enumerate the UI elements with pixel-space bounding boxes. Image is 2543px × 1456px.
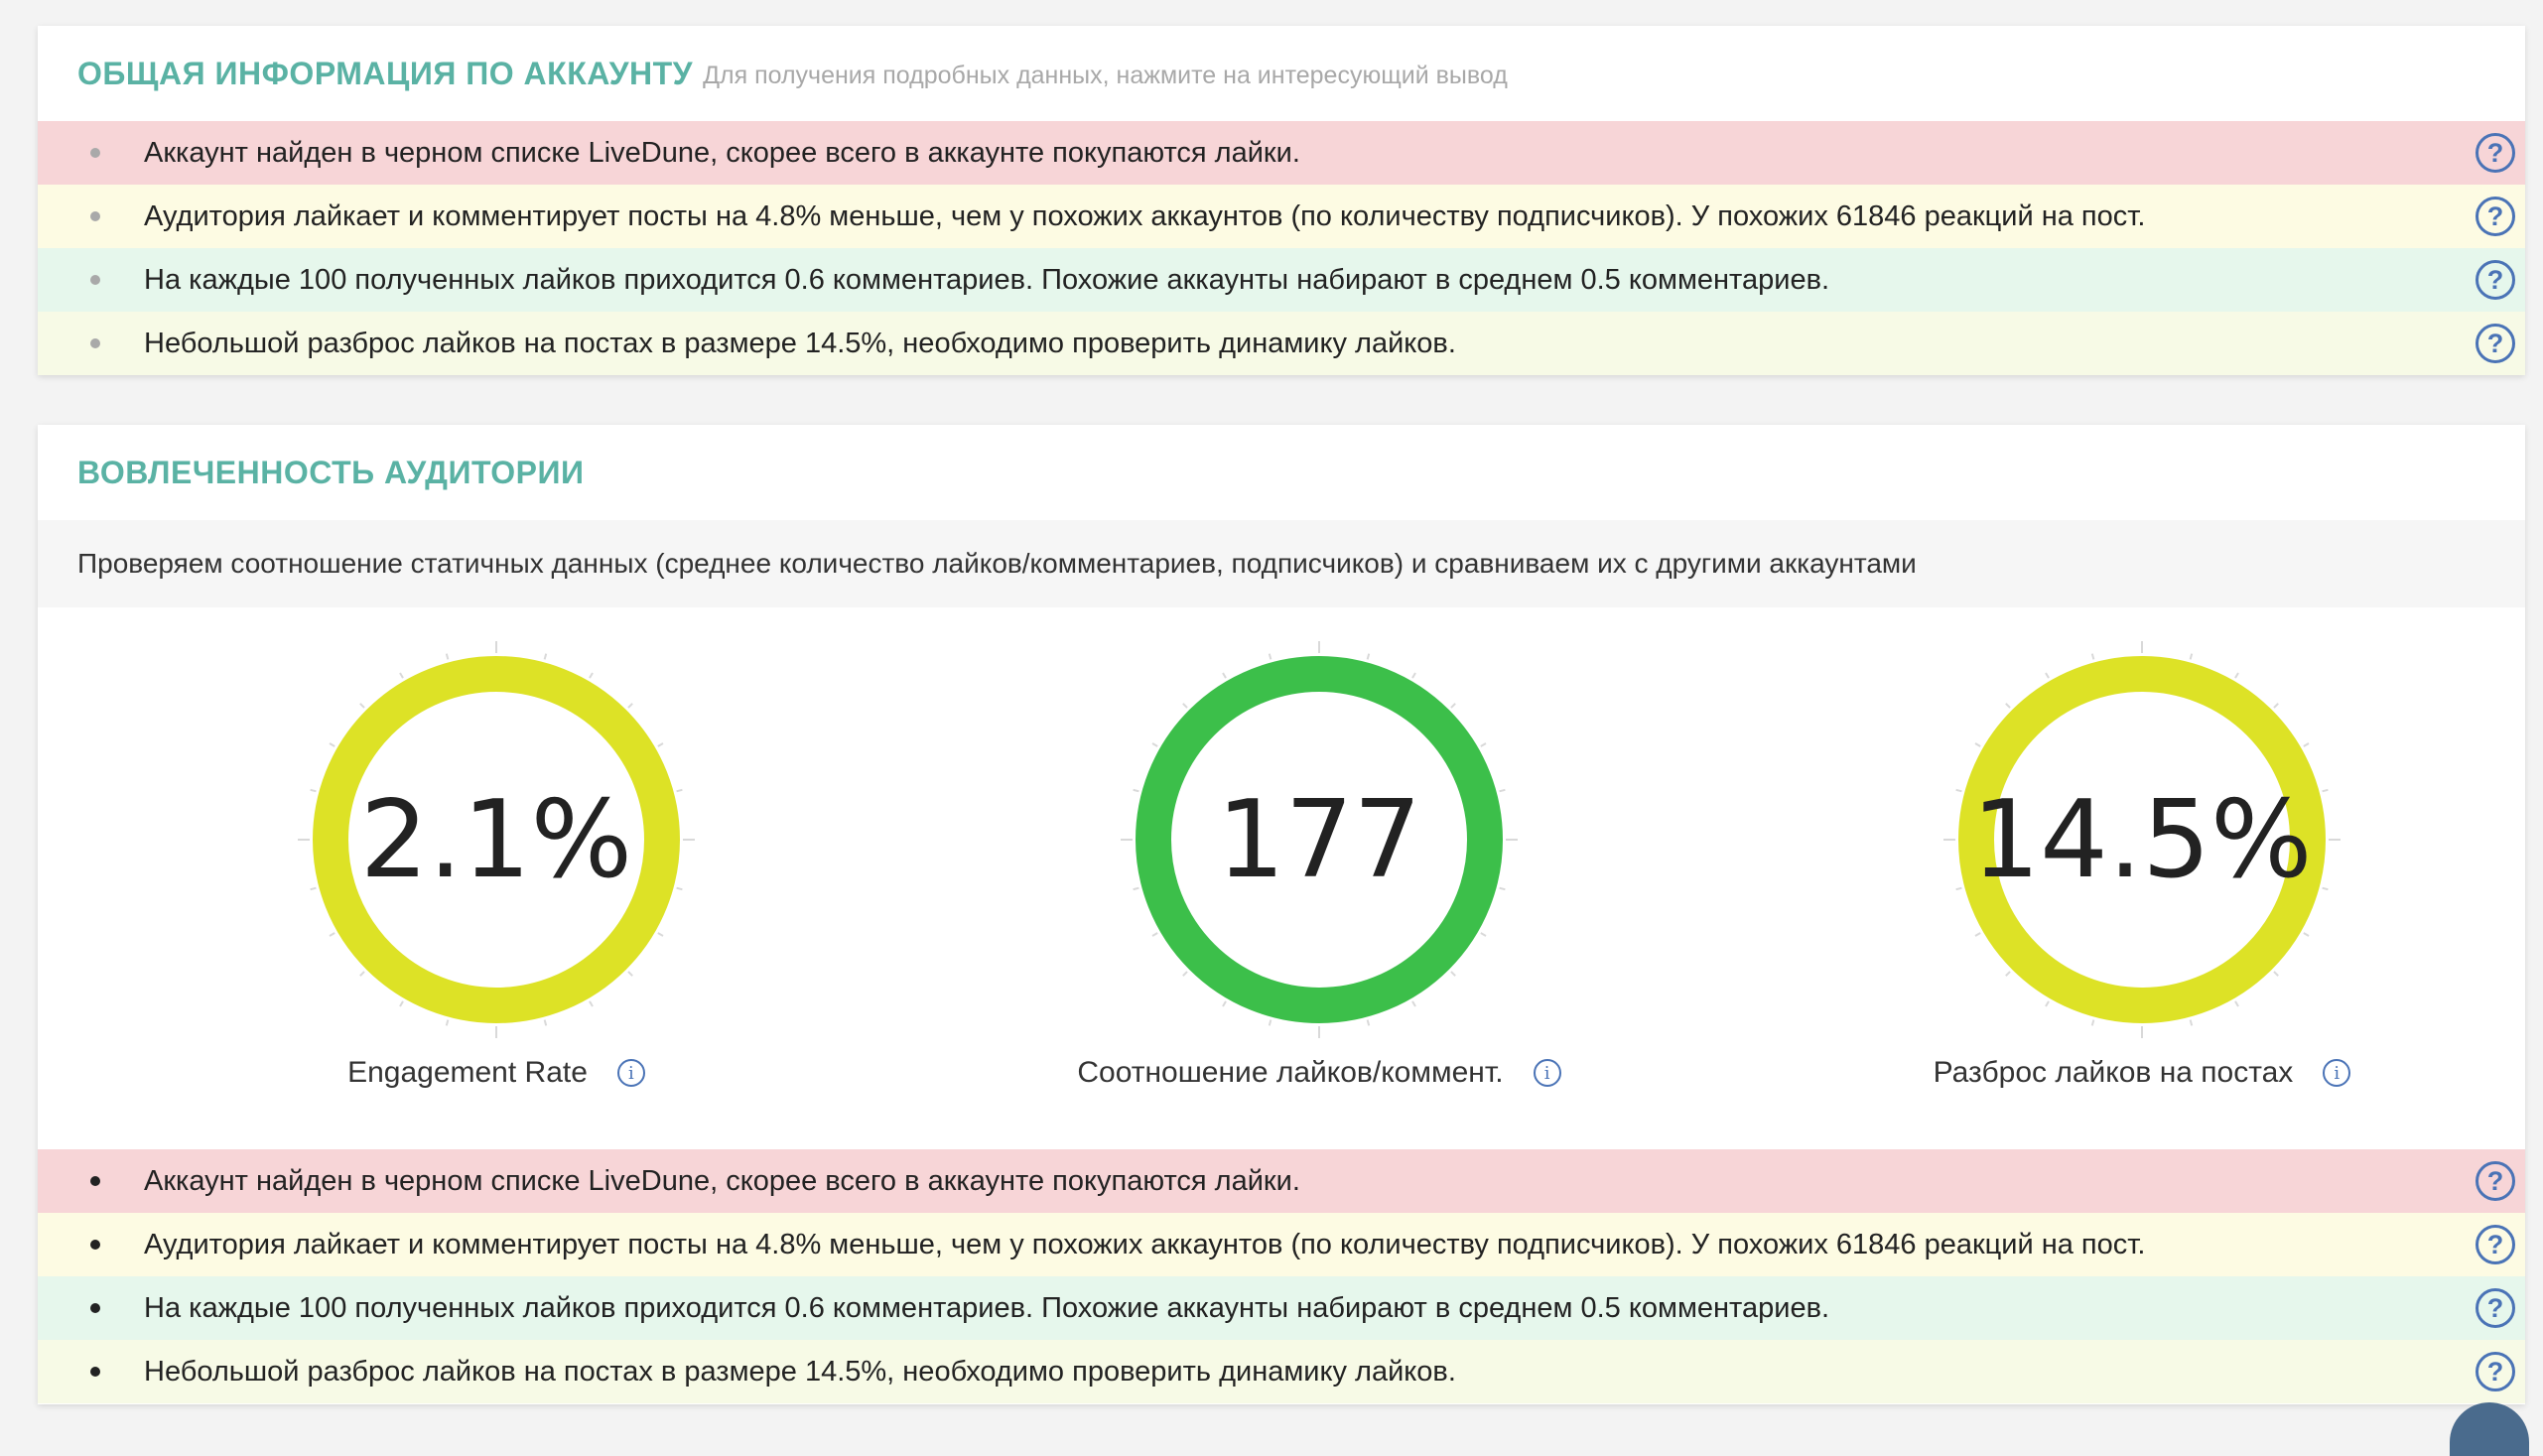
bullet-icon xyxy=(90,211,100,221)
gauge-value: 177 xyxy=(1121,641,1518,1038)
finding-text: Аккаунт найден в черном списке LiveDune,… xyxy=(144,137,1300,170)
help-icon[interactable]: ? xyxy=(2476,197,2515,236)
finding-row-blacklist[interactable]: Аккаунт найден в черном списке LiveDune,… xyxy=(38,1149,2525,1213)
chat-widget-button[interactable] xyxy=(2450,1402,2529,1456)
help-icon[interactable]: ? xyxy=(2476,1161,2515,1201)
gauge-likes-comments-ratio[interactable]: 177 Соотношение лайков/коммент. i xyxy=(972,607,1667,1149)
bullet-icon xyxy=(90,148,100,158)
info-icon[interactable]: i xyxy=(617,1059,645,1087)
help-icon[interactable]: ? xyxy=(2476,1288,2515,1328)
info-icon[interactable]: i xyxy=(1534,1059,1561,1087)
gauge-likes-spread[interactable]: 14.5% Разброс лайков на постах i xyxy=(1795,607,2489,1149)
gauge-engagement-rate[interactable]: 2.1% Engagement Rate i xyxy=(149,607,844,1149)
engagement-header: ВОВЛЕЧЕННОСТЬ АУДИТОРИИ xyxy=(38,425,2525,520)
finding-row-likes-spread[interactable]: Небольшой разброс лайков на постах в раз… xyxy=(38,312,2525,375)
gauge-label-text: Соотношение лайков/коммент. xyxy=(1077,1056,1503,1090)
engagement-title: ВОВЛЕЧЕННОСТЬ АУДИТОРИИ xyxy=(77,455,584,491)
bullet-icon xyxy=(90,1367,100,1377)
gauges-row: 2.1% Engagement Rate i 177 Соотношение л… xyxy=(38,607,2525,1149)
account-findings-list: Аккаунт найден в черном списке LiveDune,… xyxy=(38,121,2525,375)
finding-text: Аудитория лайкает и комментирует посты н… xyxy=(144,200,2145,233)
engagement-findings-list: Аккаунт найден в черном списке LiveDune,… xyxy=(38,1149,2525,1403)
gauge-label: Engagement Rate i xyxy=(149,1056,844,1090)
engagement-description: Проверяем соотношение статичных данных (… xyxy=(38,520,2525,607)
finding-text: Небольшой разброс лайков на постах в раз… xyxy=(144,1356,1456,1389)
info-icon[interactable]: i xyxy=(2323,1059,2350,1087)
engagement-card: ВОВЛЕЧЕННОСТЬ АУДИТОРИИ Проверяем соотно… xyxy=(38,425,2525,1404)
bullet-icon xyxy=(90,1240,100,1250)
account-info-title: ОБЩАЯ ИНФОРМАЦИЯ ПО АККАУНТУ xyxy=(77,56,693,92)
finding-text: Небольшой разброс лайков на постах в раз… xyxy=(144,328,1456,360)
finding-row-comments-ratio[interactable]: На каждые 100 полученных лайков приходит… xyxy=(38,248,2525,312)
gauge-value: 2.1% xyxy=(298,641,695,1038)
finding-row-comments-ratio[interactable]: На каждые 100 полученных лайков приходит… xyxy=(38,1276,2525,1340)
help-icon[interactable]: ? xyxy=(2476,1225,2515,1264)
help-icon[interactable]: ? xyxy=(2476,1352,2515,1391)
help-icon[interactable]: ? xyxy=(2476,260,2515,300)
finding-row-audience-reactions[interactable]: Аудитория лайкает и комментирует посты н… xyxy=(38,185,2525,248)
gauge-value: 14.5% xyxy=(1943,641,2341,1038)
gauge-label: Разброс лайков на постах i xyxy=(1795,1056,2489,1090)
bullet-icon xyxy=(90,338,100,348)
bullet-icon xyxy=(90,1176,100,1186)
account-info-hint: Для получения подробных данных, нажмите … xyxy=(703,62,1508,90)
gauge-label-text: Engagement Rate xyxy=(347,1056,588,1090)
finding-text: Аккаунт найден в черном списке LiveDune,… xyxy=(144,1165,1300,1198)
gauge-label-text: Разброс лайков на постах xyxy=(1934,1056,2294,1090)
finding-row-audience-reactions[interactable]: Аудитория лайкает и комментирует посты н… xyxy=(38,1213,2525,1276)
finding-text: Аудитория лайкает и комментирует посты н… xyxy=(144,1229,2145,1261)
finding-row-likes-spread[interactable]: Небольшой разброс лайков на постах в раз… xyxy=(38,1340,2525,1403)
gauge-label: Соотношение лайков/коммент. i xyxy=(972,1056,1667,1090)
help-icon[interactable]: ? xyxy=(2476,133,2515,173)
bullet-icon xyxy=(90,1303,100,1313)
finding-text: На каждые 100 полученных лайков приходит… xyxy=(144,264,1829,297)
bullet-icon xyxy=(90,275,100,285)
finding-row-blacklist[interactable]: Аккаунт найден в черном списке LiveDune,… xyxy=(38,121,2525,185)
help-icon[interactable]: ? xyxy=(2476,324,2515,363)
account-info-header: ОБЩАЯ ИНФОРМАЦИЯ ПО АККАУНТУ Для получен… xyxy=(38,26,2525,121)
account-info-card: ОБЩАЯ ИНФОРМАЦИЯ ПО АККАУНТУ Для получен… xyxy=(38,26,2525,375)
finding-text: На каждые 100 полученных лайков приходит… xyxy=(144,1292,1829,1325)
